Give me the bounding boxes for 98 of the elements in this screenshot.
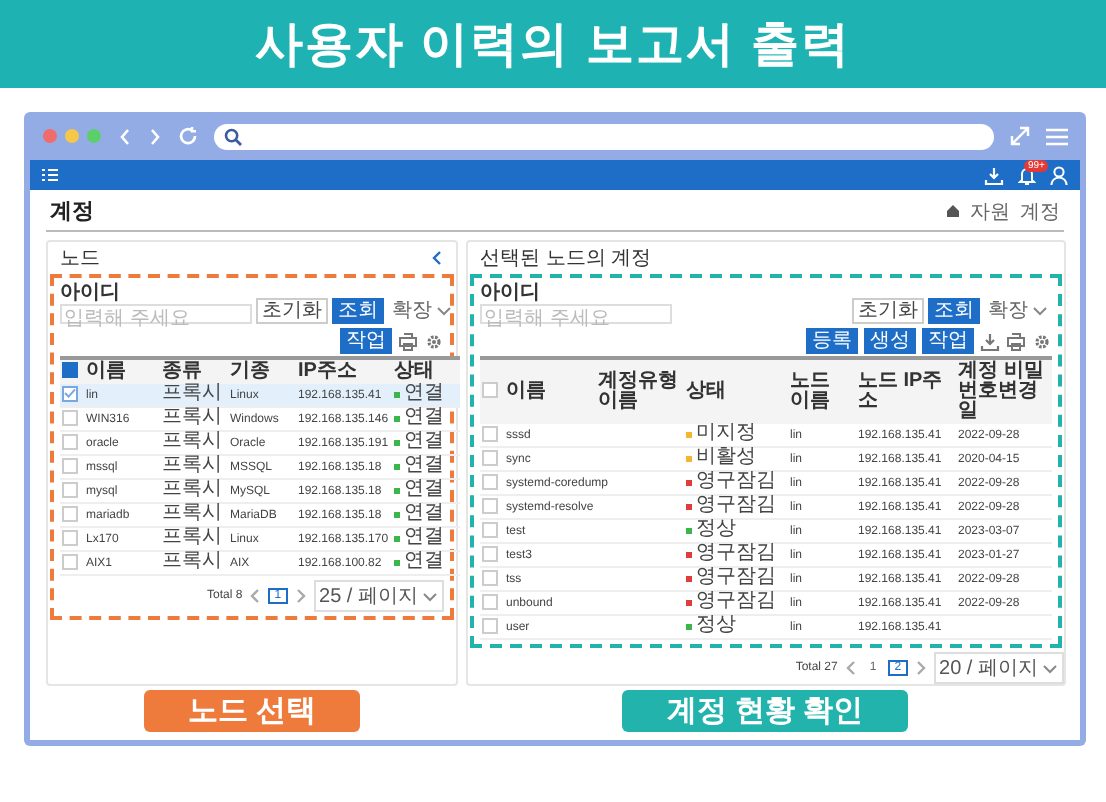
per-page-select[interactable]: 25 / 페이지	[313, 580, 444, 612]
next-page-icon[interactable]	[293, 588, 308, 604]
gear-icon[interactable]	[1032, 331, 1052, 351]
address-field[interactable]	[214, 123, 994, 149]
table-cell: 프록시	[162, 550, 222, 572]
banner-title: 사용자 이력의 보고서 출력	[254, 16, 851, 76]
user-icon[interactable]	[1050, 165, 1068, 185]
column-header[interactable]: 이름	[86, 362, 158, 382]
window-controls-icon[interactable]	[42, 128, 102, 144]
row-checkbox[interactable]	[62, 505, 78, 522]
printer-icon[interactable]	[1006, 331, 1026, 351]
breadcrumb-link[interactable]: 자원	[970, 197, 1010, 225]
status-text: 영구잠김	[696, 566, 776, 588]
table-cell: 프록시	[162, 430, 222, 452]
reset-button[interactable]: 초기화	[852, 298, 924, 324]
table-cell: 프록시	[162, 406, 222, 428]
row-checkbox[interactable]	[482, 449, 498, 466]
callout-label: 노드 선택	[143, 690, 361, 732]
status-text: 연결	[404, 550, 444, 572]
row-checkbox[interactable]	[482, 593, 498, 610]
row-checkbox[interactable]	[62, 553, 78, 570]
expand-toggle[interactable]: 확장	[388, 300, 456, 322]
breadcrumb-link[interactable]: 계정	[1020, 197, 1060, 225]
home-icon[interactable]	[946, 204, 960, 218]
status-text: 연결	[404, 478, 444, 500]
table-cell: 프록시	[162, 382, 222, 404]
row-checkbox[interactable]	[62, 481, 78, 498]
toolbar-button[interactable]: 생성	[864, 328, 916, 354]
row-checkbox[interactable]	[482, 617, 498, 634]
field-label: 아이디	[60, 282, 122, 304]
row-checkbox[interactable]	[482, 497, 498, 514]
caret-icon	[436, 304, 452, 318]
expand-icon[interactable]	[1010, 126, 1030, 146]
row-checkbox[interactable]	[62, 529, 78, 546]
expand-toggle[interactable]: 확장	[984, 300, 1052, 322]
row-checkbox[interactable]	[482, 473, 498, 490]
row-checkbox[interactable]	[482, 545, 498, 562]
status-text: 영구잠김	[696, 470, 776, 492]
row-checkbox[interactable]	[482, 521, 498, 538]
column-header[interactable]: 종류	[162, 362, 226, 382]
status-text: 영구잠김	[696, 590, 776, 612]
toolbar-button[interactable]: 작업	[340, 328, 392, 354]
panel-title: 노드	[60, 246, 100, 272]
per-page-select[interactable]: 20 / 페이지	[933, 652, 1064, 684]
row-checkbox[interactable]	[62, 409, 78, 426]
menu-icon[interactable]	[1046, 127, 1068, 145]
reload-icon[interactable]	[178, 126, 198, 146]
forward-icon[interactable]	[148, 127, 162, 145]
column-header[interactable]: 상태	[394, 362, 458, 382]
caret-icon	[1042, 661, 1058, 675]
download-icon[interactable]	[980, 331, 1000, 351]
toolbar-button[interactable]: 작업	[922, 328, 974, 354]
column-header[interactable]: 기종	[230, 362, 294, 382]
panel-title: 선택된 노드의 계정	[480, 246, 652, 272]
printer-icon[interactable]	[398, 331, 418, 351]
column-header[interactable]: IP주소	[298, 362, 390, 382]
bell-icon[interactable]	[1018, 165, 1036, 185]
caret-icon	[1032, 304, 1048, 318]
row-checkbox[interactable]	[62, 385, 78, 402]
status-text: 영구잠김	[696, 494, 776, 516]
table-cell: 프록시	[162, 478, 222, 500]
status-text: 연결	[404, 430, 444, 452]
row-checkbox[interactable]	[482, 569, 498, 586]
toolbar-button[interactable]: 등록	[806, 328, 858, 354]
reset-button[interactable]: 초기화	[256, 298, 328, 324]
status-text: 미지정	[696, 422, 756, 444]
check-icon	[64, 388, 76, 399]
status-text: 연결	[404, 382, 444, 404]
status-text: 비활성	[696, 446, 756, 468]
status-text: 정상	[696, 518, 736, 540]
table-cell: 프록시	[162, 526, 222, 548]
collapse-icon[interactable]	[430, 250, 444, 266]
previous-page-icon[interactable]	[843, 660, 858, 676]
back-icon[interactable]	[118, 127, 132, 145]
caret-icon	[422, 589, 438, 603]
list-menu-icon[interactable]	[42, 168, 58, 182]
row-checkbox[interactable]	[62, 433, 78, 450]
previous-page-icon[interactable]	[248, 588, 263, 604]
row-checkbox[interactable]	[482, 425, 498, 442]
table-cell: 프록시	[162, 454, 222, 476]
search-button[interactable]: 조회	[332, 298, 384, 324]
table-cell: 프록시	[162, 502, 222, 524]
status-text: 연결	[404, 526, 444, 548]
gear-icon[interactable]	[424, 331, 444, 351]
status-text: 영구잠김	[696, 542, 776, 564]
column-header[interactable]: 계정 비밀번호변경일	[958, 362, 1050, 422]
status-text: 정상	[696, 614, 736, 636]
status-text: 연결	[404, 454, 444, 476]
page-title: 계정	[50, 198, 94, 226]
status-text: 연결	[404, 502, 444, 524]
search-icon	[224, 127, 242, 145]
status-text: 연결	[404, 406, 444, 428]
row-checkbox[interactable]	[62, 457, 78, 474]
select-all-checkbox[interactable]	[62, 362, 78, 379]
next-page-icon[interactable]	[913, 660, 928, 676]
field-label: 아이디	[480, 282, 542, 304]
search-button[interactable]: 조회	[928, 298, 980, 324]
callout-label: 계정 현황 확인	[622, 690, 908, 732]
